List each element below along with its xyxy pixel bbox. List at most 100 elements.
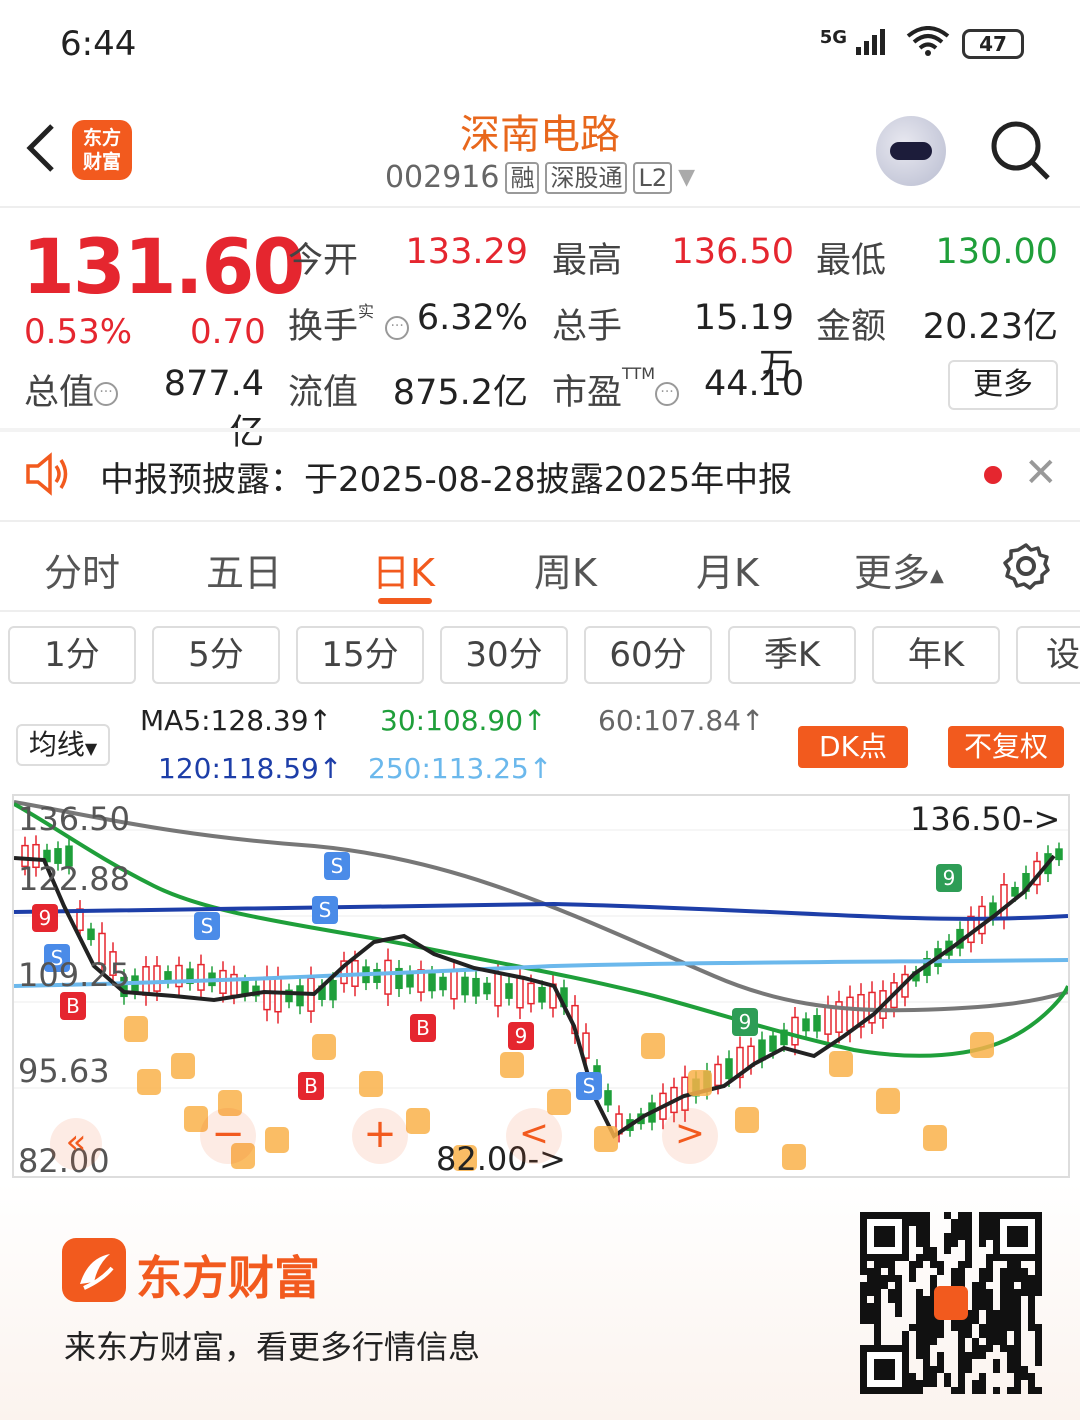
ma120-value: 120:118.59↑ [158, 752, 343, 785]
period-60min[interactable]: 60分 [584, 626, 712, 684]
dk-point-button[interactable]: DK点 [798, 726, 908, 768]
candle-body [461, 976, 469, 996]
candle-body [824, 1005, 832, 1035]
current-price: 131.60 [22, 222, 305, 311]
next-button[interactable]: > [662, 1108, 718, 1164]
more-button[interactable]: 更多 [948, 360, 1058, 410]
t-marker [265, 1127, 289, 1153]
change-amount: 0.70 [190, 312, 266, 352]
candle-body [505, 983, 513, 999]
signal-marker: S [194, 912, 220, 940]
high-label: 最高 [552, 241, 623, 281]
t-marker [594, 1126, 618, 1152]
t-marker [137, 1069, 161, 1095]
status-icons: 5G 47 [820, 26, 1024, 62]
ma250-value: 250:113.25↑ [368, 752, 553, 785]
svg-text:9: 9 [515, 1024, 528, 1048]
candle-body [813, 1015, 821, 1032]
ma60-value: 60:107.84↑ [598, 704, 765, 737]
turnover-value: 6.32% [416, 298, 528, 338]
info-icon[interactable]: ··· [94, 382, 119, 406]
tab-weekly-k[interactable]: 周K [534, 542, 597, 597]
tab-intraday[interactable]: 分时 [44, 542, 120, 597]
candle-body [802, 1018, 810, 1032]
svg-text:9: 9 [39, 906, 52, 930]
period-settings[interactable]: 设 [1016, 626, 1080, 684]
divider [0, 206, 1080, 208]
svg-text:B: B [66, 994, 80, 1018]
tab-more[interactable]: 更多▲ [854, 542, 944, 597]
scroll-left-button[interactable]: « [50, 1118, 102, 1170]
signal-marker: S [576, 1072, 602, 1100]
assistant-avatar[interactable] [876, 116, 946, 186]
signal-marker: 9 [508, 1022, 534, 1050]
notice-text[interactable]: 中报预披露：于2025-08-28披露2025年中报 [100, 452, 792, 501]
t-marker [124, 1016, 148, 1042]
signal-marker: S [312, 896, 338, 924]
period-30min[interactable]: 30分 [440, 626, 568, 684]
period-year-k[interactable]: 年K [872, 626, 1000, 684]
zoom-out-button[interactable]: − [200, 1108, 256, 1164]
tab-monthly-k[interactable]: 月K [696, 542, 759, 597]
candle-body [219, 969, 227, 994]
float-value: 875.2亿 [392, 373, 528, 413]
period-1min[interactable]: 1分 [8, 626, 136, 684]
candle-body [197, 963, 205, 991]
candle-body [1011, 886, 1019, 897]
candle-body [604, 1090, 612, 1106]
candle-body [296, 985, 304, 1007]
gear-icon[interactable] [1002, 542, 1050, 594]
svg-text:S: S [319, 898, 332, 922]
y-tick-1: 136.50 [18, 800, 130, 838]
period-5min[interactable]: 5分 [152, 626, 280, 684]
candle-body [1000, 884, 1008, 919]
unread-dot [984, 466, 1002, 484]
t-marker [923, 1125, 947, 1151]
candle-body [428, 973, 436, 992]
kline-chart[interactable]: SSSSSBBB9999 136.50 122.88 109.25 95.63 … [12, 794, 1070, 1178]
open-value: 133.29 [405, 232, 528, 272]
search-icon[interactable] [988, 118, 1052, 186]
active-tab-indicator [378, 598, 432, 604]
info-icon[interactable]: ··· [385, 316, 410, 340]
open-label: 今开 [288, 241, 359, 281]
divider [0, 520, 1080, 522]
candle-body [725, 1058, 733, 1080]
candle-body [516, 976, 524, 1009]
t-marker [171, 1053, 195, 1079]
y-tick-3: 109.25 [18, 956, 130, 994]
tab-daily-k[interactable]: 日K [372, 542, 435, 597]
period-quarter-k[interactable]: 季K [728, 626, 856, 684]
svg-text:S: S [201, 914, 214, 938]
chevron-down-icon: ▼ [678, 165, 696, 190]
zoom-in-button[interactable]: + [352, 1108, 408, 1164]
prev-button[interactable]: < [506, 1108, 562, 1164]
signal-marker: 9 [732, 1008, 758, 1036]
candle-body [494, 972, 502, 1007]
tag-margin: 融 [505, 161, 540, 194]
svg-text:S: S [331, 854, 344, 878]
battery-icon: 47 [962, 29, 1024, 59]
info-icon[interactable]: ··· [655, 382, 680, 406]
t-marker [359, 1071, 383, 1097]
svg-text:B: B [304, 1074, 318, 1098]
mktcap-label: 总值 ··· [24, 364, 119, 415]
unadjusted-button[interactable]: 不复权 [948, 726, 1064, 768]
period-15min[interactable]: 15分 [296, 626, 424, 684]
float-label: 流值 [288, 373, 359, 413]
svg-text:9: 9 [739, 1010, 752, 1034]
candle-body [769, 1035, 777, 1052]
candle-body [241, 981, 249, 996]
t-marker [312, 1034, 336, 1060]
ma-selector[interactable]: 均线▼ [16, 724, 110, 766]
candle-body [153, 965, 161, 992]
t-marker [641, 1033, 665, 1059]
t-marker [782, 1144, 806, 1170]
close-icon[interactable]: ✕ [1024, 450, 1058, 496]
amount-label: 金额 [816, 307, 887, 347]
wifi-icon [906, 26, 950, 62]
signal-marker: 9 [936, 864, 962, 892]
low-label: 最低 [816, 241, 887, 281]
tab-five-day[interactable]: 五日 [206, 542, 282, 597]
svg-text:B: B [416, 1016, 430, 1040]
